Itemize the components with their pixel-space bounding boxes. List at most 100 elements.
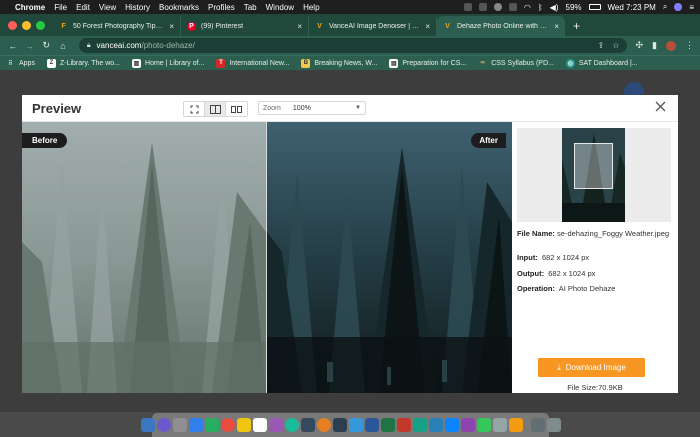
browser-tab[interactable]: V VanceAI Image Denoiser | Rem × bbox=[309, 16, 437, 36]
dock-app-icon[interactable] bbox=[300, 418, 315, 432]
split-view-button[interactable] bbox=[205, 102, 226, 116]
dock-app-icon[interactable] bbox=[204, 418, 219, 432]
browser-tab-active[interactable]: V Dehaze Photo Online with Van × bbox=[437, 16, 565, 36]
dock-app-icon[interactable] bbox=[530, 418, 545, 432]
tab-close-icon[interactable]: × bbox=[297, 22, 302, 31]
bookmark-apps[interactable]: ⠿ Apps bbox=[6, 59, 35, 68]
bookmark-item[interactable]: ▤ Preparation for CS... bbox=[389, 58, 466, 68]
zoom-select[interactable]: Zoom 100% ▼ bbox=[258, 101, 366, 115]
share-icon[interactable]: ⇪ bbox=[598, 41, 605, 50]
dock-app-icon[interactable] bbox=[172, 418, 187, 432]
menu-tab[interactable]: Tab bbox=[244, 3, 257, 12]
bluetooth-icon[interactable]: ᛒ bbox=[538, 3, 543, 12]
menu-file[interactable]: File bbox=[54, 3, 67, 12]
dock-app-icon[interactable] bbox=[460, 418, 475, 432]
dock-app-icon[interactable] bbox=[476, 418, 491, 432]
menu-app-name[interactable]: Chrome bbox=[15, 3, 45, 12]
address-bar[interactable]: 🔒︎ vanceai.com/photo-dehaze/ ⇪ ☆ bbox=[78, 38, 628, 53]
tab-title: (99) Pinterest bbox=[201, 22, 244, 30]
dock-app-icon[interactable] bbox=[156, 418, 171, 432]
tab-close-icon[interactable]: × bbox=[425, 22, 430, 31]
browser-tab[interactable]: F 50 Forest Photography Tips fo × bbox=[53, 16, 181, 36]
menu-window[interactable]: Window bbox=[266, 3, 294, 12]
battery-percent[interactable]: 59% bbox=[566, 3, 582, 12]
menu-bookmarks[interactable]: Bookmarks bbox=[159, 3, 199, 12]
menu-edit[interactable]: Edit bbox=[76, 3, 90, 12]
before-badge: Before bbox=[22, 133, 68, 148]
bookmark-label: International New... bbox=[229, 59, 290, 67]
dock-app-icon[interactable] bbox=[220, 418, 235, 432]
dock-app-icon[interactable] bbox=[188, 418, 203, 432]
download-image-button[interactable]: ⤓ Download Image bbox=[538, 358, 645, 377]
after-image[interactable]: After bbox=[267, 122, 512, 393]
sidebar-icon[interactable]: ▮ bbox=[652, 40, 657, 51]
dock-app-icon[interactable] bbox=[268, 418, 283, 432]
thumbnail-image[interactable] bbox=[562, 128, 625, 222]
minimize-window-icon[interactable] bbox=[22, 20, 31, 30]
dock-app-icon[interactable] bbox=[396, 418, 411, 432]
more-menu-icon[interactable]: ⋮ bbox=[685, 40, 694, 51]
bookmark-item[interactable]: Z Z-Library. The wo... bbox=[46, 58, 120, 68]
battery-icon[interactable] bbox=[588, 4, 601, 10]
close-window-icon[interactable] bbox=[8, 20, 17, 30]
extensions-puzzle-icon[interactable]: ✣ bbox=[635, 40, 643, 51]
browser-tab[interactable]: P (99) Pinterest × bbox=[181, 16, 309, 36]
dock-app-icon[interactable] bbox=[428, 418, 443, 432]
dock-app-icon[interactable] bbox=[252, 418, 267, 432]
dock-app-icon[interactable] bbox=[508, 418, 523, 432]
maximize-window-icon[interactable] bbox=[36, 20, 45, 30]
file-info-panel: File Name: se-dehazing_Foggy Weather.jpe… bbox=[512, 122, 678, 393]
dock-app-icon[interactable] bbox=[284, 418, 299, 432]
dock-app-icon[interactable] bbox=[140, 418, 155, 432]
volume-icon[interactable]: ◀) bbox=[550, 3, 559, 12]
bookmark-star-icon[interactable]: ☆ bbox=[612, 41, 619, 50]
home-icon[interactable]: ⌂ bbox=[56, 41, 70, 51]
new-tab-button[interactable]: + bbox=[565, 16, 588, 36]
control-center-icon[interactable]: ≡ bbox=[689, 3, 694, 12]
thumbnail-viewport-frame[interactable] bbox=[574, 143, 613, 189]
profile-avatar[interactable] bbox=[665, 40, 676, 51]
dock-app-icon[interactable] bbox=[380, 418, 395, 432]
menubar-extra-icon[interactable] bbox=[508, 3, 517, 11]
reload-icon[interactable]: ↻ bbox=[39, 40, 53, 51]
dock-app-icon[interactable] bbox=[332, 418, 347, 432]
operation-row: Operation: AI Photo Dehaze bbox=[517, 283, 675, 294]
menubar-extra-icon[interactable] bbox=[478, 3, 487, 11]
siri-icon[interactable] bbox=[674, 3, 683, 11]
trash-icon[interactable] bbox=[546, 418, 561, 432]
bookmark-item[interactable]: ∞ CSS Syllabus (PD... bbox=[478, 59, 554, 68]
bookmark-item[interactable]: ▥ Home | Library of... bbox=[132, 58, 204, 68]
menu-help[interactable]: Help bbox=[303, 3, 319, 12]
dock-app-icon[interactable] bbox=[316, 418, 331, 432]
fullscreen-view-button[interactable] bbox=[184, 102, 205, 116]
dock-app-icon[interactable] bbox=[348, 418, 363, 432]
menubar-extra-icon[interactable] bbox=[463, 3, 472, 11]
tab-close-icon[interactable]: × bbox=[169, 22, 174, 31]
dock-app-icon[interactable] bbox=[364, 418, 379, 432]
bookmark-item[interactable]: B Breaking News, W... bbox=[301, 58, 377, 68]
wifi-icon[interactable]: ◠ bbox=[524, 3, 531, 12]
close-modal-button[interactable] bbox=[655, 101, 666, 114]
clock[interactable]: Wed 7:23 PM bbox=[608, 3, 656, 12]
side-by-side-view-button[interactable] bbox=[226, 102, 247, 116]
dock-app-icon[interactable] bbox=[236, 418, 251, 432]
zoom-value: 100% bbox=[292, 104, 311, 112]
spotlight-icon[interactable]: ⌕ bbox=[663, 2, 667, 12]
dock-app-icon[interactable] bbox=[444, 418, 459, 432]
bookmark-item[interactable]: ◎ SAT Dashboard |... bbox=[565, 58, 638, 68]
before-image[interactable]: Before bbox=[22, 122, 266, 393]
file-name-label: File Name: bbox=[517, 229, 555, 238]
menu-view[interactable]: View bbox=[99, 3, 116, 12]
lock-icon[interactable]: 🔒︎ bbox=[87, 42, 91, 50]
menu-history[interactable]: History bbox=[125, 3, 150, 12]
back-arrow-icon[interactable]: ← bbox=[6, 41, 20, 51]
menu-profiles[interactable]: Profiles bbox=[208, 3, 235, 12]
dock-app-icon[interactable] bbox=[492, 418, 507, 432]
forward-arrow-icon[interactable]: → bbox=[23, 41, 37, 51]
menubar-extra-icon[interactable] bbox=[493, 3, 502, 11]
dock-app-icon[interactable] bbox=[412, 418, 427, 432]
tab-close-icon[interactable]: × bbox=[554, 22, 559, 31]
bookmark-item[interactable]: T International New... bbox=[216, 58, 290, 68]
bookmark-favicon-icon: ∞ bbox=[480, 60, 485, 66]
file-size: File Size:70.9KB bbox=[567, 383, 623, 392]
